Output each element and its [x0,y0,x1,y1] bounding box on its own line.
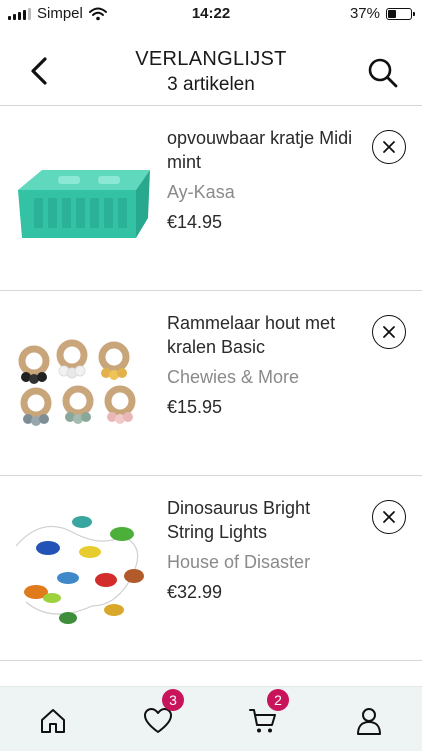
user-icon [357,708,381,735]
product-brand: House of Disaster [167,552,311,572]
home-icon [41,709,65,733]
cart-icon [249,709,276,733]
battery-icon [386,7,415,20]
tab-wishlist[interactable]: 3 [138,689,184,741]
wishlist-item[interactable]: Dinosaurus Bright String Lights House of… [0,476,422,661]
product-name[interactable]: opvouwbaar kratje Midi mint [167,126,357,174]
wishlist-badge: 3 [162,689,184,711]
tab-account[interactable] [349,701,389,741]
tab-cart[interactable]: 2 [243,689,289,741]
battery-percent: 37% [349,5,380,22]
carrier-name: Simpel [37,5,83,22]
back-icon [31,57,47,85]
search-icon [368,58,398,88]
product-name[interactable]: Rammelaar hout met kralen Basic [167,311,357,359]
heart-icon [144,708,172,733]
wifi-icon [88,7,107,20]
remove-item-button[interactable] [372,315,406,349]
product-brand: Chewies & More [167,367,300,387]
product-image[interactable] [12,146,154,264]
product-price: €32.99 [167,582,223,602]
status-left: Simpel [8,5,107,22]
item-count: 3 artikelen [167,74,255,95]
product-price: €14.95 [167,212,223,232]
product-image[interactable] [12,331,154,449]
product-brand: Ay-Kasa [167,182,235,202]
product-image[interactable] [12,496,154,634]
tab-bar: 3 2 [0,686,422,751]
product-price: €15.95 [167,397,223,417]
wishlist-item[interactable]: opvouwbaar kratje Midi mint Ay-Kasa €14.… [0,106,422,291]
tab-home[interactable] [33,701,73,741]
search-button[interactable] [366,56,400,90]
status-right: 37% [349,5,415,22]
wishlist: opvouwbaar kratje Midi mint Ay-Kasa €14.… [0,106,422,661]
remove-item-button[interactable] [372,500,406,534]
wishlist-item[interactable]: Rammelaar hout met kralen Basic Chewies … [0,291,422,476]
close-icon [383,141,395,153]
back-button[interactable] [24,54,54,88]
status-bar: Simpel 14:22 37% [0,0,422,28]
remove-item-button[interactable] [372,130,406,164]
close-icon [383,326,395,338]
close-icon [383,511,395,523]
header: VERLANGLIJST 3 artikelen [0,28,422,106]
battery-level [388,9,396,18]
product-name[interactable]: Dinosaurus Bright String Lights [167,496,357,544]
signal-icon [8,7,31,20]
page-title: VERLANGLIJST [135,48,287,70]
cart-badge: 2 [267,689,289,711]
